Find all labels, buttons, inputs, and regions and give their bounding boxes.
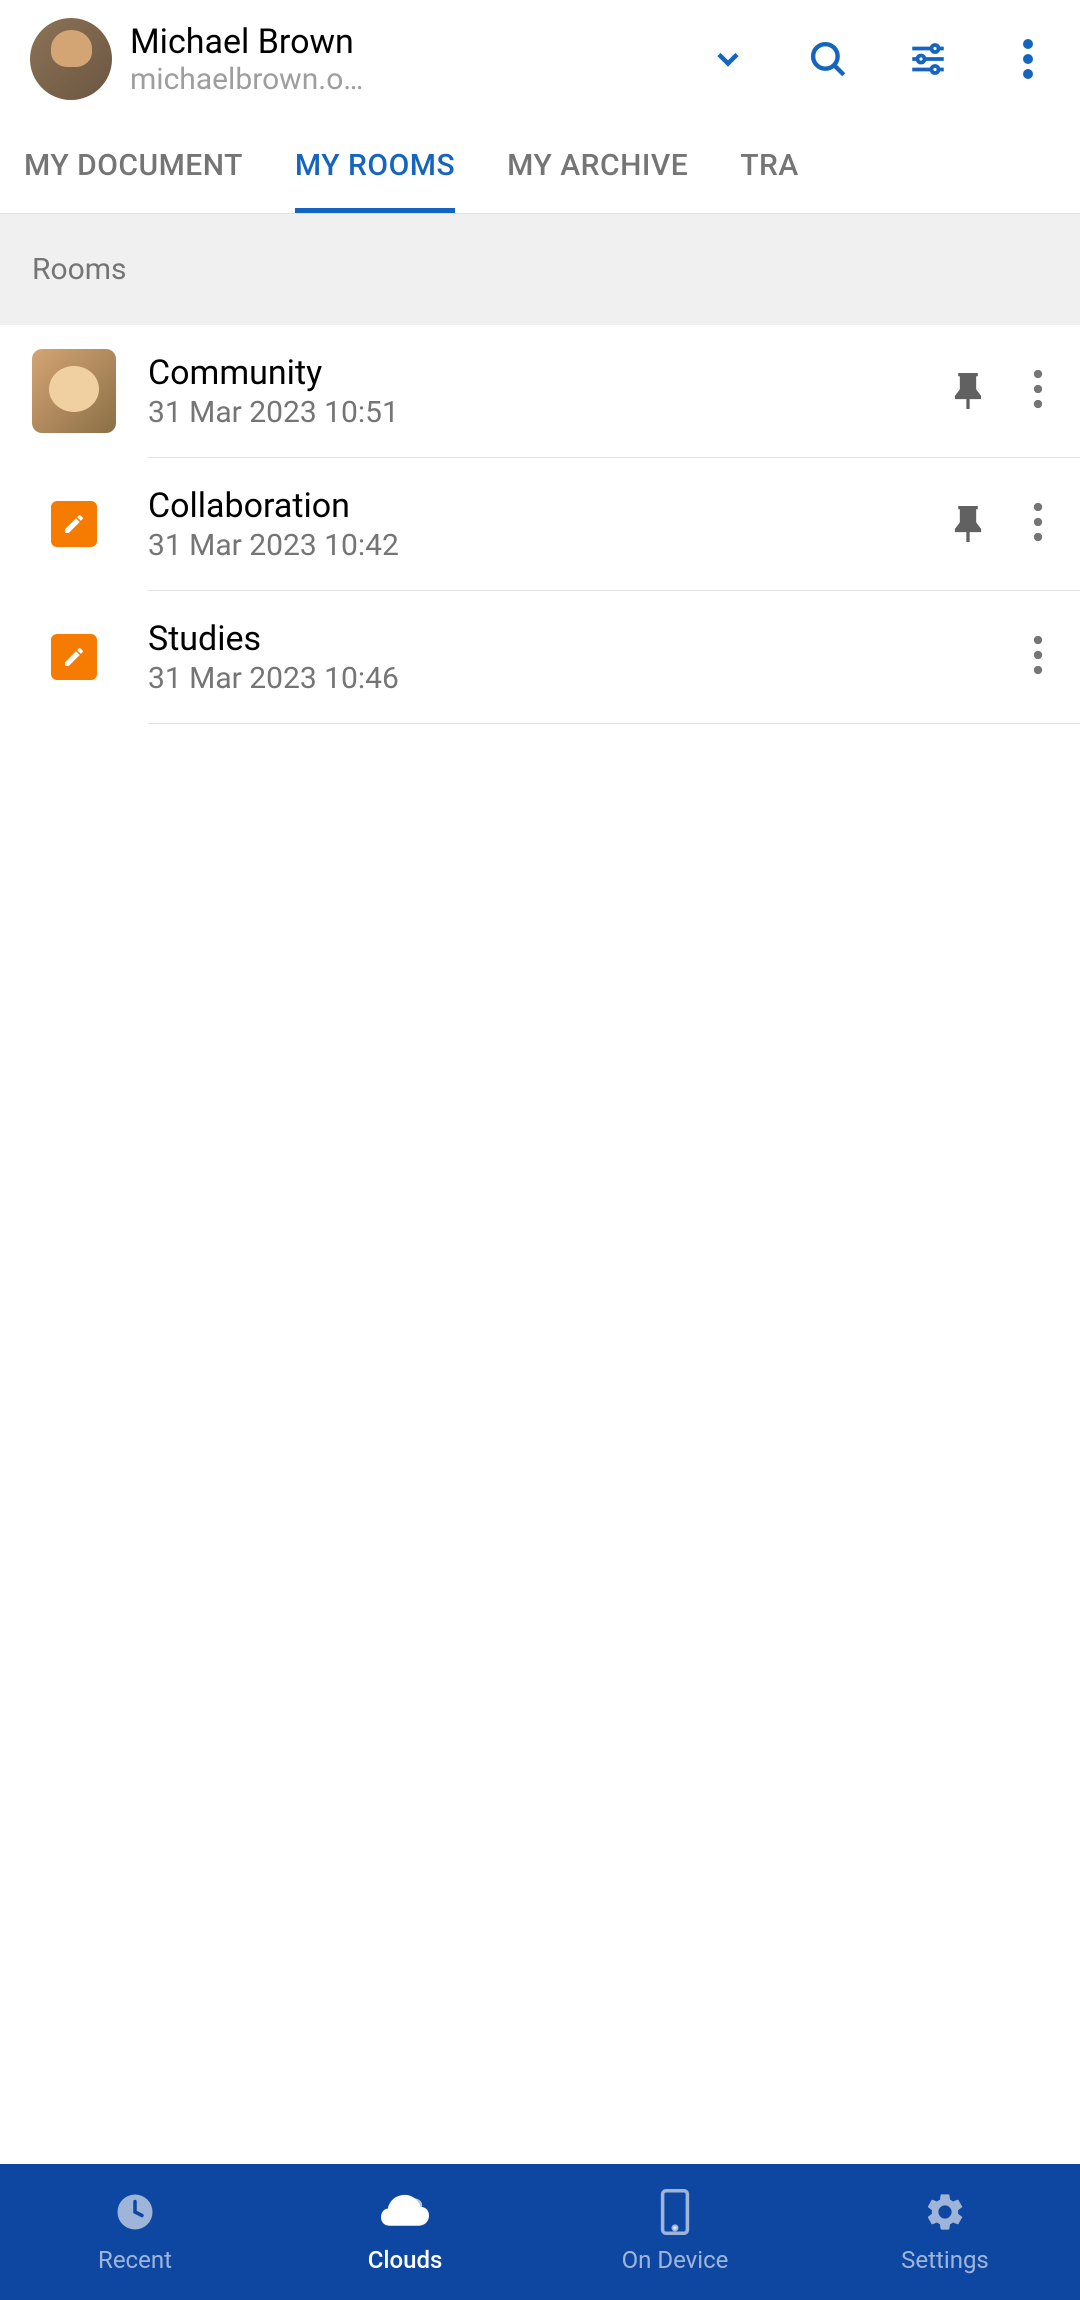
room-item-collaboration[interactable]: Collaboration 31 Mar 2023 10:42 bbox=[0, 458, 1080, 590]
nav-label: Recent bbox=[98, 2246, 172, 2274]
pin-icon bbox=[954, 506, 982, 542]
nav-label: On Device bbox=[622, 2246, 729, 2274]
filter-button[interactable] bbox=[906, 37, 950, 81]
header-icons bbox=[706, 37, 1050, 81]
more-button[interactable] bbox=[1006, 37, 1050, 81]
room-list: Community 31 Mar 2023 10:51 Collaboratio… bbox=[0, 325, 1080, 2164]
phone-icon bbox=[651, 2188, 699, 2236]
room-item-community[interactable]: Community 31 Mar 2023 10:51 bbox=[0, 325, 1080, 457]
bottom-nav: Recent Clouds On Device Settings bbox=[0, 2164, 1080, 2300]
more-vertical-icon bbox=[1026, 502, 1050, 542]
more-vertical-icon bbox=[1026, 369, 1050, 409]
gear-icon bbox=[921, 2188, 969, 2236]
nav-label: Settings bbox=[901, 2246, 989, 2274]
room-name: Studies bbox=[148, 619, 994, 659]
chevron-down-icon bbox=[710, 41, 746, 77]
room-info: Studies 31 Mar 2023 10:46 bbox=[148, 619, 994, 696]
room-date: 31 Mar 2023 10:51 bbox=[148, 395, 922, 430]
room-more-button[interactable] bbox=[1026, 635, 1050, 679]
content-area: Rooms Community 31 Mar 2023 10:51 bbox=[0, 214, 1080, 2164]
nav-label: Clouds bbox=[368, 2246, 443, 2274]
dropdown-button[interactable] bbox=[706, 37, 750, 81]
avatar[interactable] bbox=[30, 18, 112, 100]
header: Michael Brown michaelbrown.o… bbox=[0, 0, 1080, 118]
more-vertical-icon bbox=[1026, 635, 1050, 675]
nav-on-device[interactable]: On Device bbox=[540, 2188, 810, 2274]
room-item-studies[interactable]: Studies 31 Mar 2023 10:46 bbox=[0, 591, 1080, 723]
room-actions bbox=[954, 502, 1050, 546]
clock-icon bbox=[111, 2188, 159, 2236]
room-name: Community bbox=[148, 353, 922, 393]
nav-recent[interactable]: Recent bbox=[0, 2188, 270, 2274]
user-name: Michael Brown bbox=[130, 22, 688, 62]
room-icon-wrapper bbox=[32, 615, 116, 699]
section-header: Rooms bbox=[0, 214, 1080, 325]
room-actions bbox=[954, 369, 1050, 413]
tab-my-archive[interactable]: MY ARCHIVE bbox=[507, 118, 688, 213]
user-info[interactable]: Michael Brown michaelbrown.o… bbox=[130, 22, 688, 97]
room-date: 31 Mar 2023 10:46 bbox=[148, 661, 994, 696]
room-more-button[interactable] bbox=[1026, 369, 1050, 413]
room-info: Community 31 Mar 2023 10:51 bbox=[148, 353, 922, 430]
edit-icon bbox=[51, 501, 97, 547]
room-actions bbox=[1026, 635, 1050, 679]
room-date: 31 Mar 2023 10:42 bbox=[148, 528, 922, 563]
room-icon-wrapper bbox=[32, 482, 116, 566]
nav-clouds[interactable]: Clouds bbox=[270, 2188, 540, 2274]
tabs: MY DOCUMENT MY ROOMS MY ARCHIVE TRA bbox=[0, 118, 1080, 214]
more-vertical-icon bbox=[1022, 39, 1034, 79]
search-button[interactable] bbox=[806, 37, 850, 81]
edit-icon bbox=[51, 634, 97, 680]
nav-settings[interactable]: Settings bbox=[810, 2188, 1080, 2274]
user-subtitle: michaelbrown.o… bbox=[130, 62, 470, 97]
room-more-button[interactable] bbox=[1026, 502, 1050, 546]
room-avatar-icon bbox=[32, 349, 116, 433]
sliders-icon bbox=[907, 38, 949, 80]
cloud-icon bbox=[381, 2188, 429, 2236]
search-icon bbox=[807, 38, 849, 80]
pin-icon bbox=[954, 373, 982, 409]
room-info: Collaboration 31 Mar 2023 10:42 bbox=[148, 486, 922, 563]
tab-my-rooms[interactable]: MY ROOMS bbox=[295, 118, 455, 213]
tab-my-document[interactable]: MY DOCUMENT bbox=[24, 118, 243, 213]
room-name: Collaboration bbox=[148, 486, 922, 526]
tab-trash[interactable]: TRA bbox=[740, 118, 799, 213]
divider bbox=[148, 723, 1080, 724]
